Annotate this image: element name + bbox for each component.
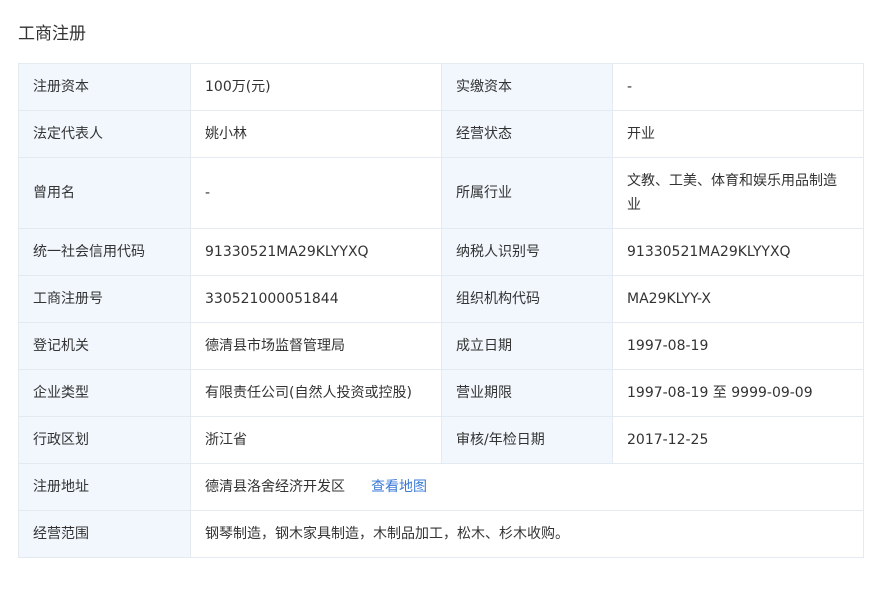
- field-value: 330521000051844: [190, 275, 442, 323]
- business-scope-value: 钢琴制造，钢木家具制造，木制品加工，松木、杉木收购。: [190, 510, 864, 558]
- field-label: 实缴资本: [441, 63, 613, 111]
- field-label: 曾用名: [18, 157, 191, 229]
- field-label: 审核/年检日期: [441, 416, 613, 464]
- field-label: 统一社会信用代码: [18, 228, 191, 276]
- address-label: 注册地址: [18, 463, 191, 511]
- business-scope-row: 经营范围 钢琴制造，钢木家具制造，木制品加工，松木、杉木收购。: [18, 510, 864, 558]
- field-value: 91330521MA29KLYYXQ: [190, 228, 442, 276]
- table-row: 企业类型 有限责任公司(自然人投资或控股) 营业期限 1997-08-19 至 …: [18, 369, 864, 417]
- field-label: 经营状态: [441, 110, 613, 158]
- field-value: 有限责任公司(自然人投资或控股): [190, 369, 442, 417]
- field-label: 工商注册号: [18, 275, 191, 323]
- field-value: -: [190, 157, 442, 229]
- field-label: 营业期限: [441, 369, 613, 417]
- field-value: -: [612, 63, 864, 111]
- field-value: 开业: [612, 110, 864, 158]
- field-label: 行政区划: [18, 416, 191, 464]
- field-label: 组织机构代码: [441, 275, 613, 323]
- table-row: 行政区划 浙江省 审核/年检日期 2017-12-25: [18, 416, 864, 464]
- field-label: 法定代表人: [18, 110, 191, 158]
- section-title: 工商注册: [18, 24, 86, 44]
- table-row: 注册资本 100万(元) 实缴资本 -: [18, 63, 864, 111]
- field-label: 注册资本: [18, 63, 191, 111]
- view-map-link[interactable]: 查看地图: [371, 479, 427, 495]
- field-label: 成立日期: [441, 322, 613, 370]
- business-registration-table: 注册资本 100万(元) 实缴资本 - 法定代表人 姚小林 经营状态 开业 曾用…: [18, 63, 864, 558]
- table-row: 法定代表人 姚小林 经营状态 开业: [18, 110, 864, 158]
- table-row: 统一社会信用代码 91330521MA29KLYYXQ 纳税人识别号 91330…: [18, 228, 864, 276]
- field-value: 德清县市场监督管理局: [190, 322, 442, 370]
- field-value: 1997-08-19 至 9999-09-09: [612, 369, 864, 417]
- field-value: 2017-12-25: [612, 416, 864, 464]
- address-row: 注册地址 德清县洛舍经济开发区 查看地图: [18, 463, 864, 511]
- field-value: MA29KLYY-X: [612, 275, 864, 323]
- field-value: 文教、工美、体育和娱乐用品制造业: [612, 157, 864, 229]
- address-cell: 德清县洛舍经济开发区 查看地图: [190, 463, 864, 511]
- field-value: 100万(元): [190, 63, 442, 111]
- field-value: 1997-08-19: [612, 322, 864, 370]
- field-value: 姚小林: [190, 110, 442, 158]
- field-value: 浙江省: [190, 416, 442, 464]
- table-row: 曾用名 - 所属行业 文教、工美、体育和娱乐用品制造业: [18, 157, 864, 229]
- table-row: 工商注册号 330521000051844 组织机构代码 MA29KLYY-X: [18, 275, 864, 323]
- field-label: 登记机关: [18, 322, 191, 370]
- field-label: 所属行业: [441, 157, 613, 229]
- field-value: 91330521MA29KLYYXQ: [612, 228, 864, 276]
- field-label: 纳税人识别号: [441, 228, 613, 276]
- address-value: 德清县洛舍经济开发区: [205, 479, 345, 495]
- table-row: 登记机关 德清县市场监督管理局 成立日期 1997-08-19: [18, 322, 864, 370]
- business-scope-label: 经营范围: [18, 510, 191, 558]
- field-label: 企业类型: [18, 369, 191, 417]
